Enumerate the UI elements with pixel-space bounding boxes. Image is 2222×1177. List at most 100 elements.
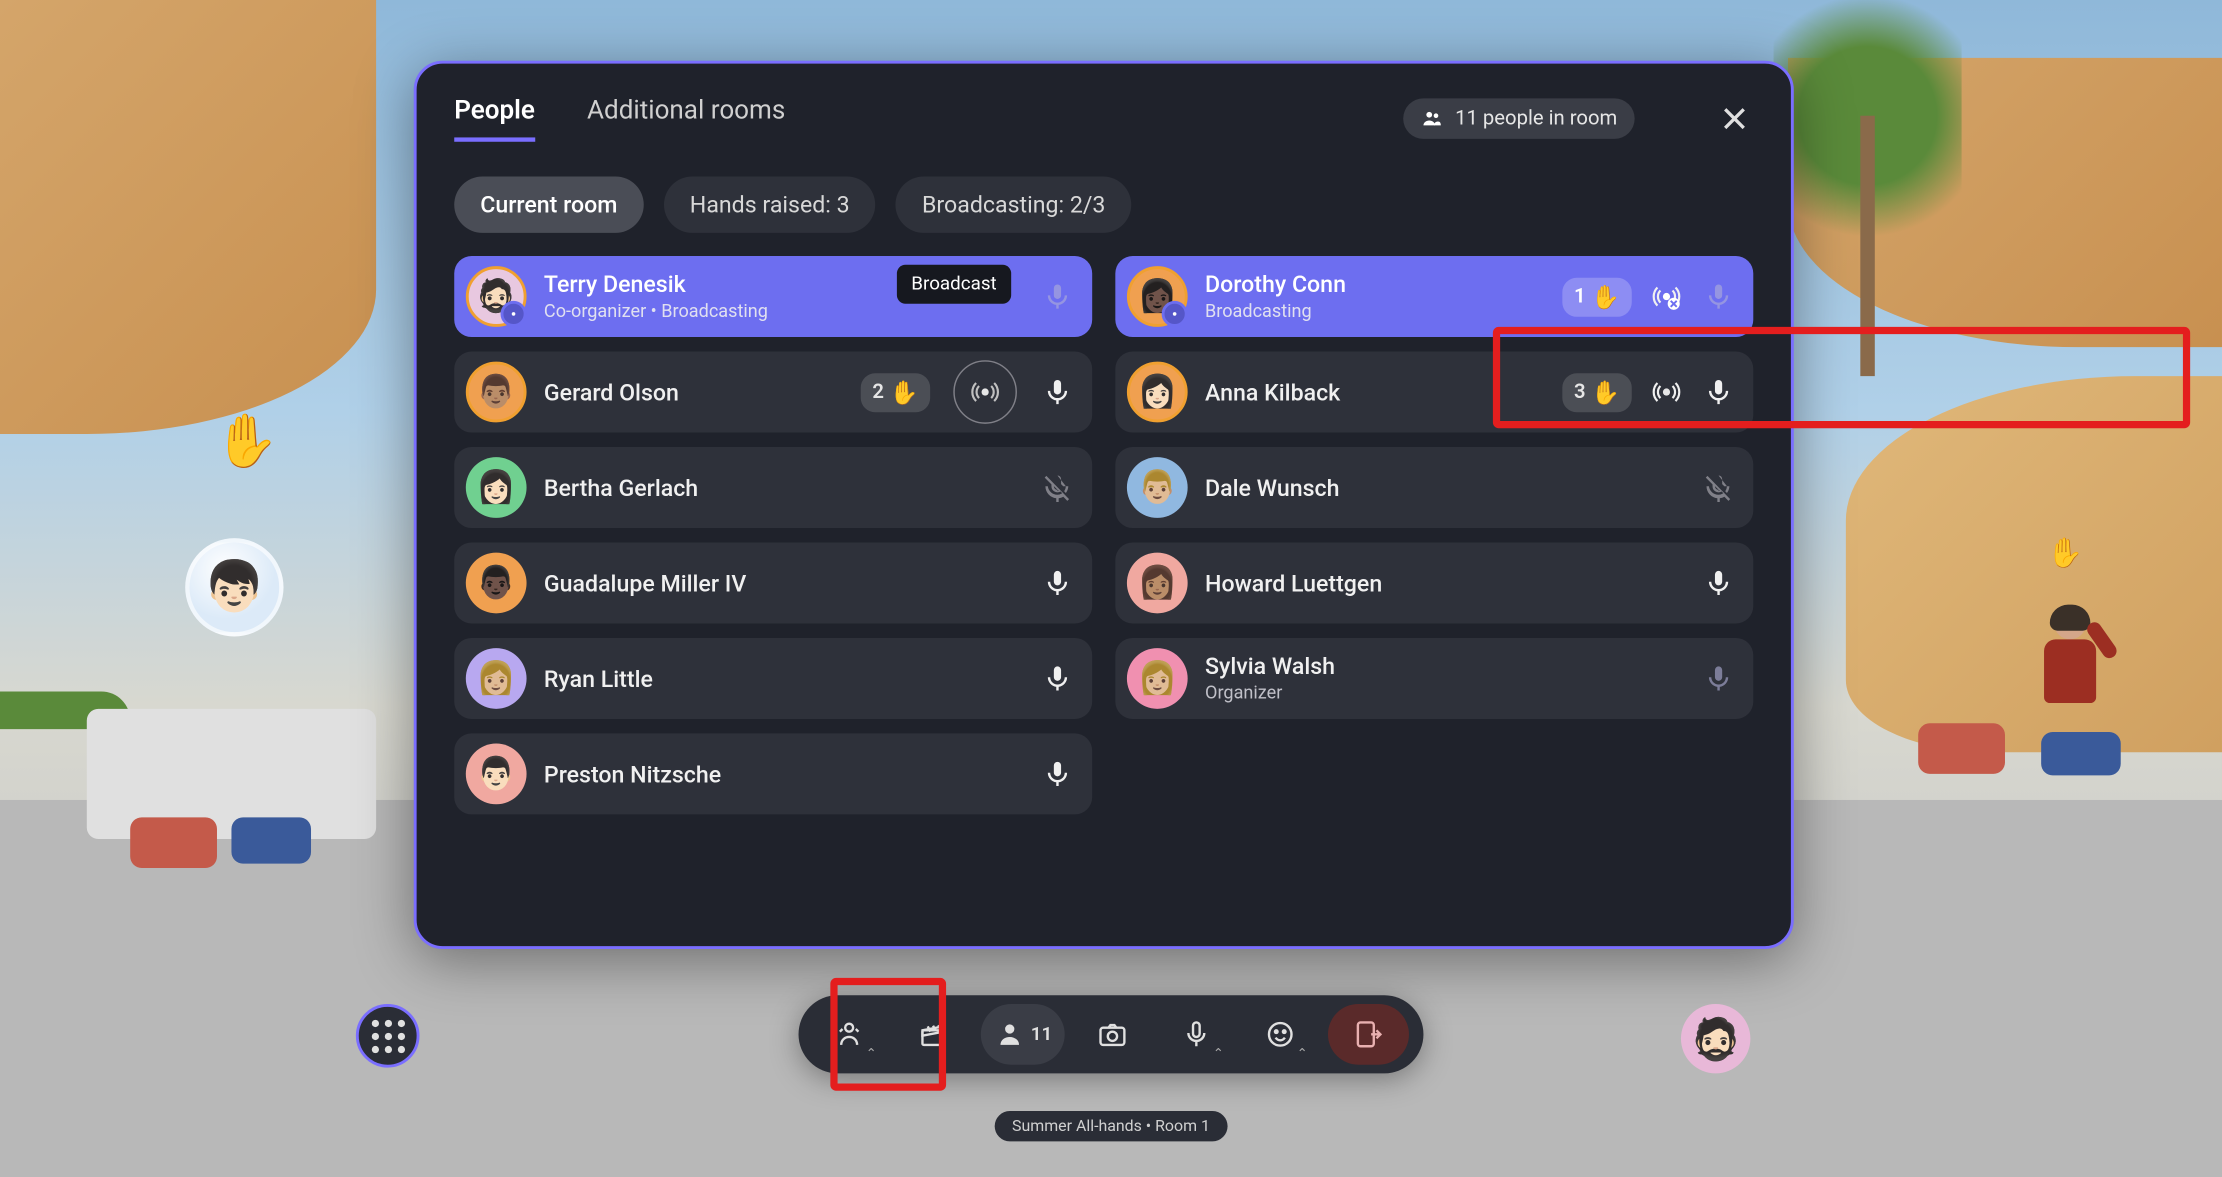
- participant-actions: [1701, 470, 1736, 505]
- participant-actions: [1040, 279, 1075, 314]
- menubar-clapper-button[interactable]: [897, 1004, 969, 1065]
- world-avatar-bubble[interactable]: 👦🏻: [185, 538, 283, 636]
- chevron-up-icon: ⌃: [1213, 1047, 1224, 1061]
- filter-current-room[interactable]: Current room: [454, 176, 643, 232]
- avatar: 👨🏼: [1127, 457, 1188, 518]
- participant-name: Guadalupe Miller IV: [544, 569, 1023, 596]
- participant-row[interactable]: 👩🏻 Bertha Gerlach: [454, 447, 1092, 528]
- participant-row[interactable]: 👩🏻 Anna Kilback 3✋: [1115, 352, 1753, 433]
- avatar: 🧔🏻: [466, 266, 527, 327]
- avatar: 👨🏻: [466, 744, 527, 805]
- menubar: ⌃ 11 ⌃ ⌃: [799, 995, 1424, 1073]
- participant-name: Preston Nitzsche: [544, 760, 1023, 787]
- chevron-up-icon: ⌃: [866, 1047, 877, 1061]
- participant-name: Dorothy Conn: [1205, 271, 1545, 298]
- participant-actions: [1701, 566, 1736, 601]
- hand-order-number: 3: [1574, 380, 1586, 403]
- broadcast-icon[interactable]: [953, 360, 1017, 424]
- participant-row[interactable]: 👩🏿Dorothy ConnBroadcasting1✋: [1115, 256, 1753, 337]
- people-icon: [1420, 107, 1443, 130]
- broadcast-icon[interactable]: [1649, 375, 1684, 410]
- filter-hands-raised[interactable]: Hands raised: 3: [664, 176, 876, 232]
- menubar-mic-button[interactable]: ⌃: [1160, 1004, 1232, 1065]
- mic-muted-icon[interactable]: [1040, 470, 1075, 505]
- hand-raised-badge: 3✋: [1562, 372, 1631, 411]
- participant-subtitle: Co-organizer • Broadcasting: [544, 301, 1023, 323]
- avatar: 👩🏼: [466, 648, 527, 709]
- menubar-avatar-button[interactable]: ⌃: [813, 1004, 885, 1065]
- mic-icon[interactable]: [1040, 566, 1075, 601]
- menubar-people-button[interactable]: 11: [981, 1004, 1065, 1065]
- menubar-emoji-button[interactable]: ⌃: [1244, 1004, 1316, 1065]
- participant-actions: 2✋: [861, 360, 1075, 424]
- hand-raised-badge: 1✋: [1562, 277, 1631, 316]
- person-icon: [993, 1018, 1025, 1050]
- participant-info: Preston Nitzsche: [544, 760, 1023, 787]
- participant-actions: [1040, 661, 1075, 696]
- close-button[interactable]: [1716, 100, 1754, 138]
- apps-grid-button[interactable]: [356, 1004, 420, 1068]
- hand-order-number: 1: [1574, 285, 1586, 308]
- mic-icon[interactable]: [1040, 375, 1075, 410]
- mic-icon[interactable]: [1040, 279, 1075, 314]
- participant-actions: [1040, 470, 1075, 505]
- filter-row: Current room Hands raised: 3 Broadcastin…: [454, 176, 1753, 232]
- participant-name: Ryan Little: [544, 665, 1023, 692]
- hand-order-number: 2: [872, 380, 884, 403]
- mic-icon[interactable]: [1701, 375, 1736, 410]
- room-count-text: 11 people in room: [1455, 107, 1617, 130]
- participant-info: Dorothy ConnBroadcasting: [1205, 271, 1545, 323]
- menubar-camera-button[interactable]: [1076, 1004, 1148, 1065]
- avatar: 👩🏻: [1127, 362, 1188, 423]
- participant-actions: 3✋: [1562, 372, 1735, 411]
- raised-hand-icon: ✋: [2047, 535, 2083, 570]
- self-avatar[interactable]: 🧔🏻: [1681, 1004, 1750, 1073]
- room-count-badge[interactable]: 11 people in room: [1403, 98, 1635, 139]
- tab-people[interactable]: People: [454, 95, 535, 141]
- avatar: 👩🏼: [1127, 648, 1188, 709]
- participant-name: Gerard Olson: [544, 378, 844, 405]
- participant-subtitle: Organizer: [1205, 683, 1684, 705]
- raised-hand-icon: ✋: [214, 411, 279, 472]
- broadcast-tooltip: Broadcast: [897, 265, 1011, 304]
- leave-icon: [1353, 1018, 1385, 1050]
- tab-additional-rooms[interactable]: Additional rooms: [587, 95, 785, 141]
- participant-row[interactable]: 👩🏽Howard Luettgen: [1115, 542, 1753, 623]
- participant-row[interactable]: 👩🏼 Ryan Little: [454, 638, 1092, 719]
- participant-name: Bertha Gerlach: [544, 474, 1023, 501]
- mic-muted-icon[interactable]: [1701, 470, 1736, 505]
- avatar: 👩🏻: [466, 457, 527, 518]
- mic-icon[interactable]: [1701, 279, 1736, 314]
- participant-actions: [1040, 757, 1075, 792]
- mic-icon[interactable]: [1040, 757, 1075, 792]
- clapper-icon: [917, 1018, 949, 1050]
- hand-raised-badge: 2✋: [861, 372, 930, 411]
- camera-icon: [1097, 1018, 1129, 1050]
- mic-icon: [1180, 1018, 1212, 1050]
- stop-broadcast-icon[interactable]: [1649, 279, 1684, 314]
- participant-row[interactable]: 👨🏼Dale Wunsch: [1115, 447, 1753, 528]
- participant-info: Anna Kilback: [1205, 378, 1545, 405]
- panel-tabs: People Additional rooms: [454, 95, 785, 141]
- broadcast-badge-icon: [501, 301, 527, 327]
- mic-icon[interactable]: [1701, 566, 1736, 601]
- participant-row[interactable]: 🧔🏻Terry DenesikCo-organizer • Broadcasti…: [454, 256, 1092, 337]
- mic-icon[interactable]: [1040, 661, 1075, 696]
- participant-row[interactable]: 👩🏼 Sylvia Walsh Organizer: [1115, 638, 1753, 719]
- grid-icon: [371, 1019, 404, 1052]
- participant-name: Anna Kilback: [1205, 378, 1545, 405]
- filter-broadcasting[interactable]: Broadcasting: 2/3: [896, 176, 1132, 232]
- menubar-leave-button[interactable]: [1328, 1004, 1409, 1065]
- participant-info: Sylvia Walsh Organizer: [1205, 652, 1684, 704]
- raised-hand-icon: ✋: [1591, 378, 1620, 405]
- avatar: 👨🏽: [466, 362, 527, 423]
- participant-row[interactable]: 👨🏻 Preston Nitzsche: [454, 733, 1092, 814]
- participant-actions: [1701, 661, 1736, 696]
- participant-row[interactable]: 👨🏿 Guadalupe Miller IV: [454, 542, 1092, 623]
- participant-info: Ryan Little: [544, 665, 1023, 692]
- avatar: 👨🏿: [466, 553, 527, 614]
- participant-name: Sylvia Walsh: [1205, 652, 1684, 679]
- participant-row[interactable]: 👨🏽 Gerard Olson 2✋: [454, 352, 1092, 433]
- mic-icon[interactable]: [1701, 661, 1736, 696]
- raised-hand-icon: ✋: [1591, 283, 1620, 310]
